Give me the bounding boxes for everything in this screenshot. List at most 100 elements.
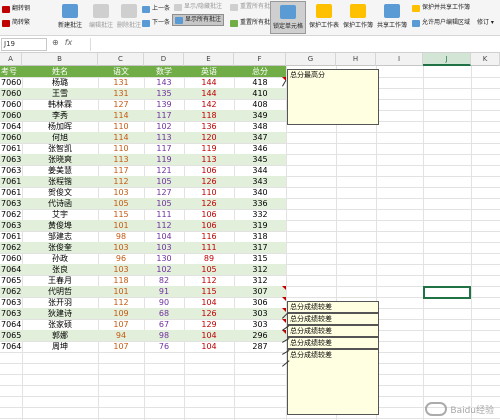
chinese-cell[interactable]: 105 <box>98 198 144 209</box>
column-header-b[interactable]: B <box>22 53 98 66</box>
header-cell[interactable]: 语文 <box>98 66 144 77</box>
name-cell[interactable]: 姜美慧 <box>22 165 98 176</box>
comment-box[interactable]: 总分成绩较差 <box>287 301 379 313</box>
toggle-comment-button[interactable]: 显示/隐藏批注 <box>174 2 222 12</box>
chinese-cell[interactable]: 114 <box>98 132 144 143</box>
spreadsheet-grid[interactable]: 考号姓名语文数学英语总分70605杨璐13114314441870603王雪13… <box>0 66 500 420</box>
exam-id-cell[interactable]: 70647 <box>0 319 22 330</box>
math-cell[interactable]: 82 <box>144 275 184 286</box>
math-cell[interactable]: 105 <box>144 176 184 187</box>
total-cell[interactable]: 317 <box>234 242 286 253</box>
next-comment-button[interactable]: 下一条 <box>142 18 170 28</box>
total-cell[interactable]: 315 <box>234 253 286 264</box>
math-cell[interactable]: 105 <box>144 198 184 209</box>
exam-id-cell[interactable]: 70615 <box>0 187 22 198</box>
chinese-cell[interactable]: 101 <box>98 286 144 297</box>
exam-id-cell[interactable]: 70603 <box>0 88 22 99</box>
math-cell[interactable]: 139 <box>144 99 184 110</box>
total-cell[interactable]: 349 <box>234 110 286 121</box>
name-cell[interactable]: 代诗函 <box>22 198 98 209</box>
exam-id-cell[interactable]: 70619 <box>0 231 22 242</box>
math-cell[interactable]: 117 <box>144 143 184 154</box>
protect-share-button[interactable]: 保护并共享工作簿 <box>412 3 470 13</box>
delete-comment-button[interactable]: 删除批注 <box>113 1 145 34</box>
math-cell[interactable]: 135 <box>144 88 184 99</box>
chinese-cell[interactable]: 94 <box>98 330 144 341</box>
exam-id-cell[interactable]: 70630 <box>0 297 22 308</box>
chinese-cell[interactable]: 117 <box>98 165 144 176</box>
name-cell[interactable]: 郭娜 <box>22 330 98 341</box>
column-header-c[interactable]: C <box>98 53 144 66</box>
allow-edit-ranges-button[interactable]: 允许用户编辑区域 <box>412 18 470 28</box>
column-header-f[interactable]: F <box>234 53 286 66</box>
math-cell[interactable]: 104 <box>144 231 184 242</box>
total-cell[interactable]: 347 <box>234 132 286 143</box>
math-cell[interactable]: 102 <box>144 264 184 275</box>
math-cell[interactable]: 127 <box>144 187 184 198</box>
total-cell[interactable]: 344 <box>234 165 286 176</box>
exam-id-cell[interactable]: 70650 <box>0 275 22 286</box>
english-cell[interactable]: 116 <box>184 231 234 242</box>
comment-box[interactable]: 总分成绩较差 <box>287 349 379 415</box>
track-changes-dropdown[interactable]: 修订 ▾ <box>477 18 494 28</box>
exam-id-cell[interactable]: 70655 <box>0 330 22 341</box>
math-cell[interactable]: 130 <box>144 253 184 264</box>
column-header-d[interactable]: D <box>144 53 184 66</box>
exam-id-cell[interactable]: 70648 <box>0 264 22 275</box>
english-cell[interactable]: 136 <box>184 121 234 132</box>
exam-id-cell[interactable]: 70618 <box>0 143 22 154</box>
column-header-e[interactable]: E <box>184 53 234 66</box>
exam-id-cell[interactable]: 70605 <box>0 77 22 88</box>
math-cell[interactable]: 117 <box>144 110 184 121</box>
english-cell[interactable]: 106 <box>184 209 234 220</box>
total-cell[interactable]: 319 <box>234 220 286 231</box>
english-cell[interactable]: 115 <box>184 286 234 297</box>
english-cell[interactable]: 89 <box>184 253 234 264</box>
column-header-i[interactable]: I <box>376 53 423 66</box>
exam-id-cell[interactable]: 70645 <box>0 121 22 132</box>
english-cell[interactable]: 113 <box>184 154 234 165</box>
total-cell[interactable]: 303 <box>234 308 286 319</box>
math-cell[interactable]: 68 <box>144 308 184 319</box>
name-cell[interactable]: 周坤 <box>22 341 98 352</box>
chinese-cell[interactable]: 103 <box>98 264 144 275</box>
chinese-cell[interactable]: 103 <box>98 187 144 198</box>
column-header-j[interactable]: J <box>423 53 471 66</box>
protect-sheet-button[interactable]: 保护工作表 <box>307 1 341 34</box>
zoom-icon[interactable]: ⊕ <box>52 38 59 47</box>
header-cell[interactable]: 英语 <box>184 66 234 77</box>
share-workbook-button[interactable]: 共享工作簿 <box>375 1 409 34</box>
traditional-convert-button[interactable]: 翻转钢 <box>2 4 30 14</box>
exam-id-cell[interactable]: 70604 <box>0 253 22 264</box>
exam-id-cell[interactable]: 70626 <box>0 286 22 297</box>
total-cell[interactable]: 296 <box>234 330 286 341</box>
math-cell[interactable]: 121 <box>144 165 184 176</box>
comment-box[interactable]: 总分成绩较差 <box>287 325 379 337</box>
english-cell[interactable]: 104 <box>184 330 234 341</box>
name-cell[interactable]: 韩林霖 <box>22 99 98 110</box>
exam-id-cell[interactable]: 70617 <box>0 176 22 187</box>
english-cell[interactable]: 144 <box>184 77 234 88</box>
name-cell[interactable]: 狄建诗 <box>22 308 98 319</box>
name-cell[interactable]: 李秀 <box>22 110 98 121</box>
math-cell[interactable]: 90 <box>144 297 184 308</box>
exam-id-cell[interactable]: 70607 <box>0 132 22 143</box>
protect-workbook-button[interactable]: 保护工作簿 <box>341 1 375 34</box>
chinese-cell[interactable]: 131 <box>98 77 144 88</box>
chinese-cell[interactable]: 112 <box>98 176 144 187</box>
name-cell[interactable]: 杨璐 <box>22 77 98 88</box>
total-cell[interactable]: 287 <box>234 341 286 352</box>
chinese-cell[interactable]: 110 <box>98 143 144 154</box>
english-cell[interactable]: 104 <box>184 341 234 352</box>
name-cell[interactable]: 张家硕 <box>22 319 98 330</box>
english-cell[interactable]: 106 <box>184 220 234 231</box>
name-cell[interactable]: 邹建志 <box>22 231 98 242</box>
column-header-k[interactable]: K <box>471 53 500 66</box>
chinese-cell[interactable]: 131 <box>98 88 144 99</box>
column-header-a[interactable]: A <box>0 53 22 66</box>
english-cell[interactable]: 126 <box>184 176 234 187</box>
column-header-h[interactable]: H <box>336 53 376 66</box>
chinese-cell[interactable]: 96 <box>98 253 144 264</box>
english-cell[interactable]: 129 <box>184 319 234 330</box>
english-cell[interactable]: 110 <box>184 187 234 198</box>
